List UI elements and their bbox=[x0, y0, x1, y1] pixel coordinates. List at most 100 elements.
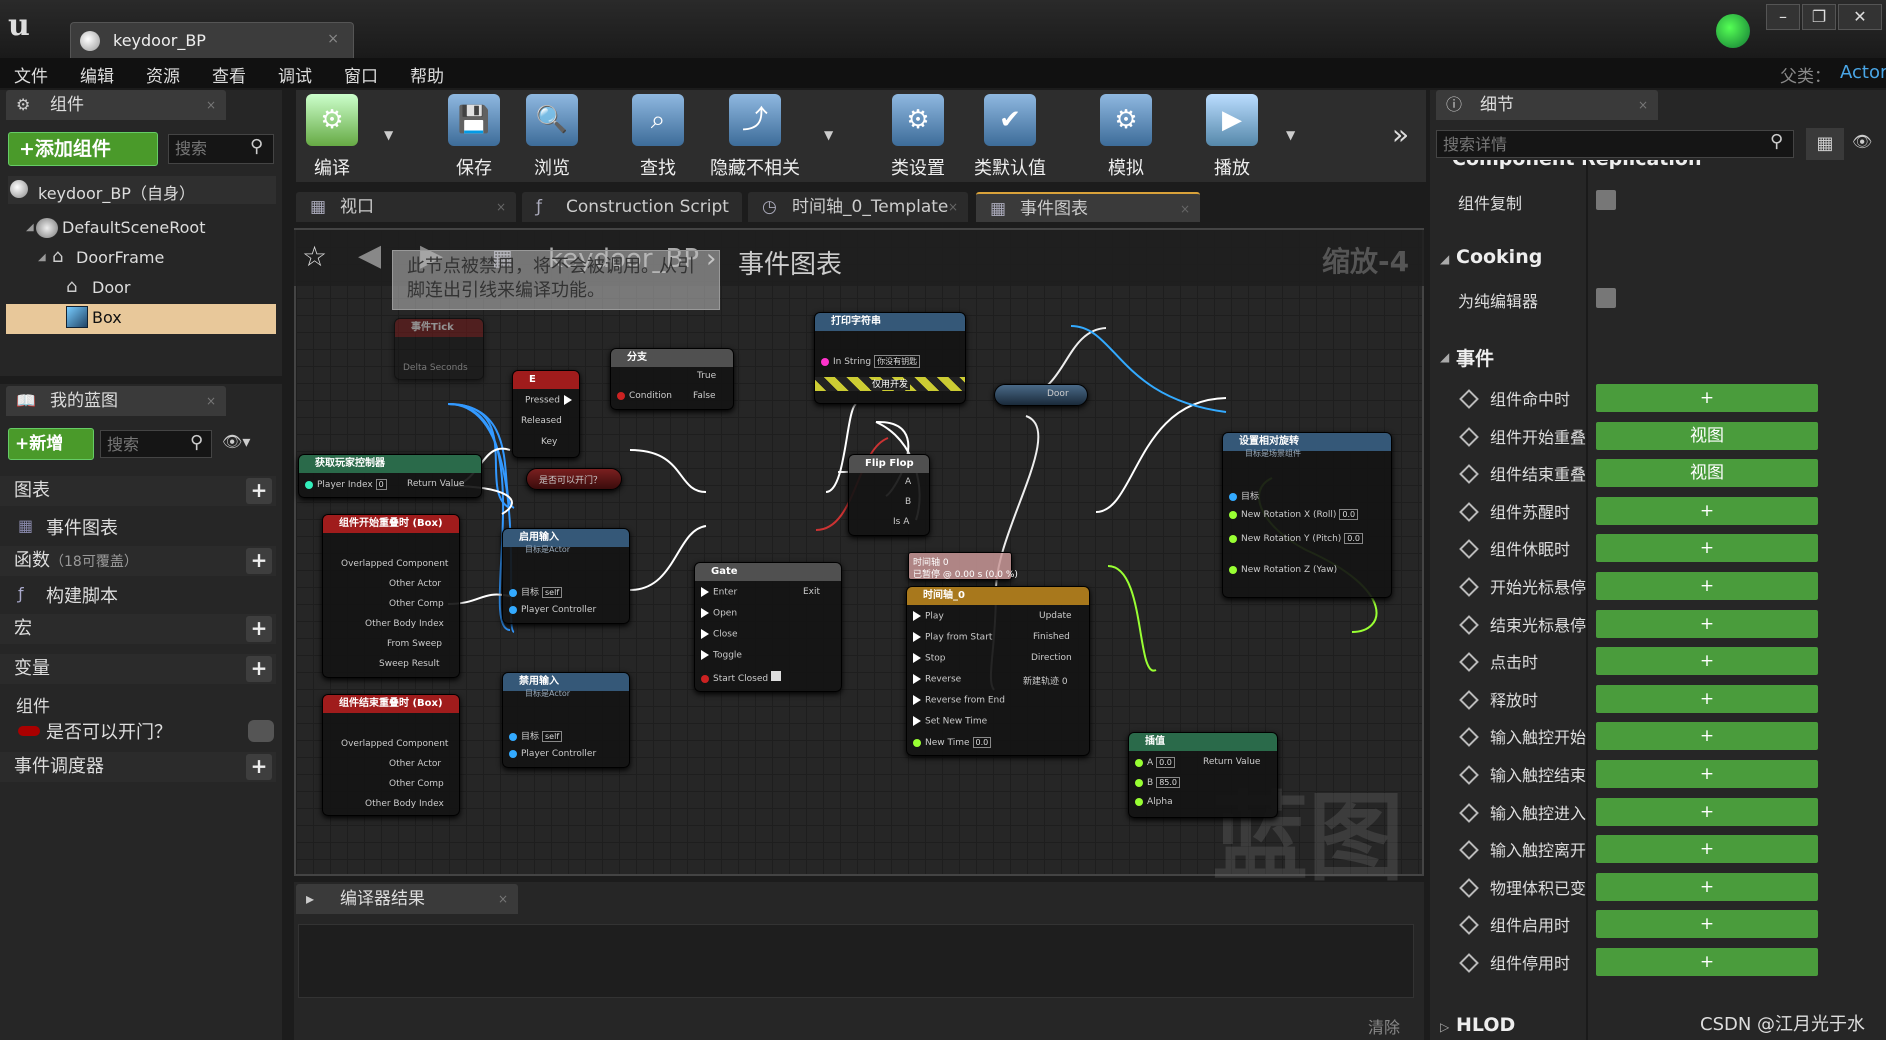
close-icon[interactable]: × bbox=[206, 90, 216, 120]
add-event-button[interactable]: + bbox=[1596, 722, 1818, 751]
find-button[interactable]: ⌕ 查找 bbox=[618, 94, 698, 180]
node-flip-flop[interactable]: Flip Flop A B Is A bbox=[848, 454, 930, 536]
add-event-button[interactable]: + bbox=[1596, 797, 1818, 826]
node-lerp[interactable]: 插值 A 0.0 B 85.0 Alpha Return Value bbox=[1128, 732, 1278, 818]
add-event-button[interactable]: 视图 bbox=[1596, 421, 1818, 450]
node-set-relative-rotation[interactable]: 设置相对旋转 目标是场景组件 目标 New Rotation X (Roll) 0… bbox=[1222, 432, 1392, 598]
my-blueprint-tab[interactable]: 📖 我的蓝图 × bbox=[6, 386, 226, 416]
compiler-results-tab[interactable]: ▸ 编译器结果 × bbox=[296, 884, 518, 914]
section-variables[interactable]: 变量 bbox=[0, 654, 276, 684]
compile-button[interactable]: ⚙ 编译 bbox=[292, 94, 372, 180]
tree-item-box[interactable]: Box bbox=[92, 308, 122, 327]
menu-asset[interactable]: 资源 bbox=[146, 62, 180, 87]
eye-icon[interactable]: 👁 bbox=[1852, 132, 1872, 151]
node-print-string[interactable]: 打印字符串 In String 你没有钥匙 仅用开发 bbox=[814, 312, 966, 404]
add-event-button[interactable]: + bbox=[1596, 835, 1818, 864]
component-replication-header[interactable]: Component Replication bbox=[1436, 160, 1886, 174]
variable-can-open-door[interactable]: 是否可以开门？ bbox=[46, 718, 172, 744]
tree-item-door[interactable]: Door bbox=[92, 278, 130, 297]
close-icon[interactable]: × bbox=[206, 386, 216, 416]
tab-viewport[interactable]: ▦ 视口 × bbox=[296, 192, 516, 222]
close-icon[interactable]: × bbox=[948, 192, 958, 222]
section-event-dispatchers[interactable]: 事件调度器 bbox=[0, 752, 276, 782]
node-event-tick[interactable]: 事件Tick Delta Seconds bbox=[394, 318, 484, 380]
close-icon[interactable]: × bbox=[498, 884, 508, 914]
close-icon[interactable]: × bbox=[496, 192, 506, 222]
close-icon[interactable]: × bbox=[327, 31, 339, 47]
chevron-down-icon[interactable]: ▼ bbox=[1286, 128, 1295, 142]
section-graphs[interactable]: 图表 bbox=[0, 476, 276, 506]
section-functions[interactable]: 函数（18可覆盖） bbox=[0, 546, 276, 576]
add-event-button[interactable]: + bbox=[1596, 948, 1818, 976]
node-end-overlap[interactable]: 组件结束重叠时 (Box) Overlapped Component Other… bbox=[322, 694, 460, 816]
menu-file[interactable]: 文件 bbox=[14, 62, 48, 87]
simulate-button[interactable]: ⚙ 模拟 bbox=[1086, 94, 1166, 180]
add-variable-button[interactable]: + bbox=[246, 656, 272, 682]
pin-value[interactable]: 0.0 bbox=[1339, 509, 1359, 520]
tab-event-graph[interactable]: ▦ 事件图表 × bbox=[976, 192, 1200, 222]
menu-debug[interactable]: 调试 bbox=[278, 62, 312, 87]
editor-only-checkbox[interactable] bbox=[1596, 288, 1616, 308]
menu-view[interactable]: 查看 bbox=[212, 62, 246, 87]
add-event-button[interactable]: + bbox=[1596, 760, 1818, 788]
close-icon[interactable]: × bbox=[1180, 194, 1190, 224]
add-dispatcher-button[interactable]: + bbox=[246, 754, 272, 780]
chevron-down-icon[interactable]: ▼ bbox=[824, 128, 833, 142]
section-macros[interactable]: 宏 bbox=[0, 614, 276, 644]
close-window-button[interactable]: ✕ bbox=[1838, 4, 1882, 30]
add-event-button[interactable]: + bbox=[1596, 572, 1818, 600]
browse-button[interactable]: 🔍 浏览 bbox=[512, 94, 592, 180]
component-replicates-checkbox[interactable] bbox=[1596, 190, 1616, 210]
event-graph-item[interactable]: 事件图表 bbox=[46, 514, 118, 540]
cooking-category[interactable]: Cooking bbox=[1456, 246, 1542, 268]
eye-icon[interactable]: 👁▾ bbox=[222, 432, 250, 451]
source-control-icon[interactable] bbox=[1716, 14, 1750, 48]
pin-in-string-value[interactable]: 你没有钥匙 bbox=[874, 355, 921, 368]
class-settings-button[interactable]: ⚙ 类设置 bbox=[878, 94, 958, 180]
components-tab[interactable]: ⚙ 组件 × bbox=[6, 90, 226, 120]
document-tab[interactable]: keydoor_BP × bbox=[70, 22, 354, 58]
node-door-reference[interactable]: Door bbox=[994, 384, 1088, 406]
overflow-chevron-icon[interactable]: » bbox=[1392, 118, 1409, 151]
node-get-player-controller[interactable]: 获取玩家控制器 Player Index 0 Return Value bbox=[298, 454, 482, 498]
maximize-button[interactable]: ❐ bbox=[1802, 4, 1836, 30]
tree-item-box-selected[interactable] bbox=[6, 304, 276, 334]
add-event-button[interactable]: + bbox=[1596, 872, 1818, 901]
save-button[interactable]: 💾 保存 bbox=[434, 94, 514, 180]
expand-arrow-icon[interactable]: ▷ bbox=[1440, 1020, 1449, 1034]
add-event-button[interactable]: + bbox=[1596, 910, 1818, 939]
add-event-button[interactable]: + bbox=[1596, 647, 1818, 676]
tab-construction-script[interactable]: ƒ Construction Script bbox=[522, 192, 742, 222]
node-timeline[interactable]: 时间轴_0 Play Play from Start Stop Reverse … bbox=[906, 586, 1090, 756]
parent-class-link[interactable]: Actor bbox=[1840, 62, 1886, 83]
details-search-input[interactable]: 搜索详情 bbox=[1436, 130, 1794, 158]
add-graph-button[interactable]: + bbox=[246, 478, 272, 504]
add-event-button[interactable]: + bbox=[1596, 684, 1818, 713]
menu-window[interactable]: 窗口 bbox=[344, 62, 378, 87]
chevron-down-icon[interactable]: ▼ bbox=[384, 128, 393, 142]
node-branch[interactable]: 分支 Condition True False bbox=[610, 348, 734, 410]
play-button[interactable]: ▶ 播放 bbox=[1192, 94, 1272, 180]
menu-edit[interactable]: 编辑 bbox=[80, 62, 114, 87]
pin-player-index-value[interactable]: 0 bbox=[375, 479, 387, 490]
tab-timeline[interactable]: ◷ 时间轴_0_Template × bbox=[748, 192, 968, 222]
pin-value[interactable]: 85.0 bbox=[1156, 777, 1180, 788]
add-event-button[interactable]: + bbox=[1596, 534, 1818, 563]
node-key-e[interactable]: E Pressed Released Key bbox=[512, 370, 580, 458]
pin-new-time-value[interactable]: 0.0 bbox=[972, 737, 992, 748]
new-button[interactable]: +新增 bbox=[8, 428, 94, 460]
tree-item-doorframe[interactable]: DoorFrame bbox=[76, 248, 164, 267]
close-icon[interactable]: × bbox=[1638, 90, 1648, 120]
construction-script-item[interactable]: 构建脚本 bbox=[46, 582, 118, 608]
events-category[interactable]: 事件 bbox=[1456, 344, 1494, 371]
expand-arrow-icon[interactable]: ◢ bbox=[1440, 350, 1449, 364]
pin-target-value[interactable]: self bbox=[542, 587, 563, 598]
class-defaults-button[interactable]: ✔ 类默认值 bbox=[968, 94, 1052, 180]
node-enable-input[interactable]: 启用输入 目标是Actor 目标 self Player Controller bbox=[502, 528, 630, 624]
add-function-button[interactable]: + bbox=[246, 548, 272, 574]
hide-unrelated-button[interactable]: ⤴ 隐藏不相关 bbox=[700, 94, 810, 180]
node-begin-overlap[interactable]: 组件开始重叠时 (Box) Overlapped Component Other… bbox=[322, 514, 460, 678]
details-tab[interactable]: ⓘ 细节 × bbox=[1436, 90, 1658, 120]
components-variable-group[interactable]: 组件 bbox=[16, 692, 50, 717]
clear-button[interactable]: 清除 bbox=[1368, 1014, 1400, 1038]
